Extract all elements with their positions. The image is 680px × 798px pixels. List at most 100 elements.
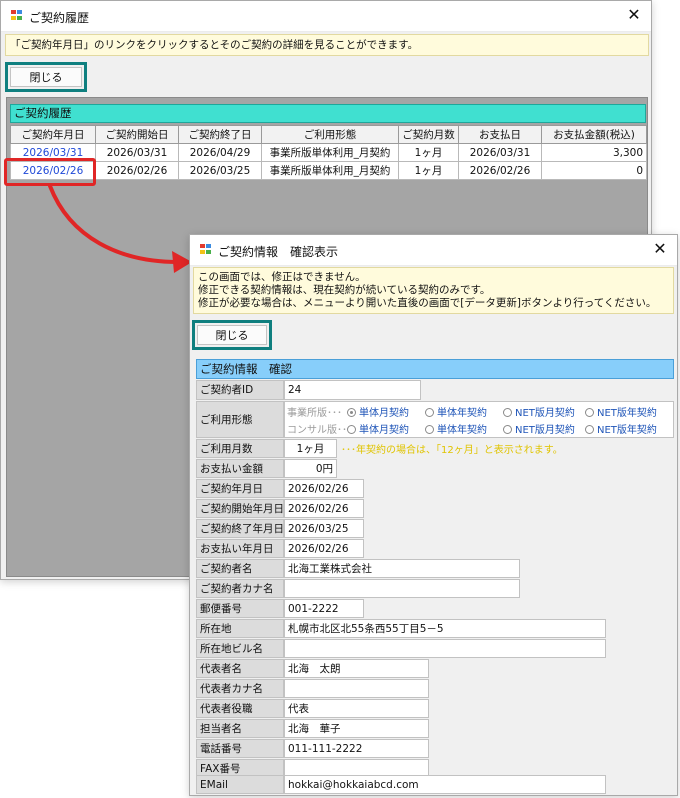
- radio-icon: [347, 425, 356, 434]
- table-cell: 2026/03/25: [178, 161, 262, 180]
- field-label: 電話番号: [196, 739, 284, 758]
- radio-option[interactable]: NET版年契約: [585, 404, 657, 419]
- contract-id-field: 24: [284, 380, 421, 400]
- start-date-field: 2026/02/26: [284, 499, 364, 518]
- contact-name-field: 北海 華子: [284, 719, 429, 738]
- radio-icon: [503, 425, 512, 434]
- end-date-field: 2026/03/25: [284, 519, 364, 538]
- amount-field: 0円: [284, 459, 337, 478]
- history-close-button[interactable]: 閉じる: [10, 67, 82, 87]
- pay-date-field: 2026/02/26: [284, 539, 364, 558]
- app-icon: [11, 10, 23, 21]
- field-label: ご契約年月日: [196, 479, 284, 498]
- representative-name-field: 北海 太朗: [284, 659, 429, 678]
- office-edition-row: 事業所版･･･ 単体月契約 単体年契約 NET版月契約 NET版年契約: [285, 404, 673, 420]
- history-window-title: ご契約履歴: [29, 11, 90, 25]
- table-cell: 2026/02/26: [458, 161, 542, 180]
- history-notice: 「ご契約年月日」のリンクをクリックするとそのご契約の詳細を見ることができます。: [5, 34, 649, 56]
- months-field: 1ヶ月: [284, 439, 337, 458]
- detail-notice: この画面では、修正はできません。 修正できる契約情報は、現在契約が続いている契約…: [193, 267, 674, 314]
- consultant-edition-label: コンサル版･･･: [287, 425, 352, 436]
- radio-option[interactable]: NET版年契約: [585, 421, 657, 436]
- detail-window: ご契約情報 確認表示 ✕ この画面では、修正はできません。 修正できる契約情報は…: [189, 234, 678, 796]
- contractor-name-field: 北海工業株式会社: [284, 559, 520, 578]
- radio-option[interactable]: NET版月契約: [503, 421, 575, 436]
- radio-option[interactable]: 単体月契約: [347, 421, 409, 436]
- selected-row-highlight: [4, 158, 96, 186]
- radio-option[interactable]: 単体年契約: [425, 421, 487, 436]
- radio-option[interactable]: 単体月契約: [347, 404, 409, 419]
- contractor-kana-field: [284, 579, 520, 598]
- field-label: 郵便番号: [196, 599, 284, 618]
- table-cell: 1ヶ月: [398, 161, 459, 180]
- detail-close-button-frame: 閉じる: [192, 320, 272, 350]
- detail-titlebar: ご契約情報 確認表示 ✕: [190, 235, 677, 266]
- representative-kana-field: [284, 679, 429, 698]
- consultant-edition-row: コンサル版･･･ 単体月契約 単体年契約 NET版月契約 NET版年契約: [285, 421, 673, 437]
- field-label: ご契約者ID: [196, 380, 284, 400]
- field-label: お支払い年月日: [196, 539, 284, 558]
- table-row[interactable]: 2026/02/26 2026/02/26 2026/03/25 事業所版単体利…: [10, 161, 647, 180]
- field-label: ご契約開始年月日: [196, 499, 284, 518]
- table-cell: 1ヶ月: [398, 143, 459, 162]
- detail-close-button[interactable]: 閉じる: [197, 325, 267, 345]
- history-titlebar: ご契約履歴 ✕: [1, 1, 651, 32]
- column-header[interactable]: お支払金額(税込): [541, 125, 647, 144]
- notice-line: 修正できる契約情報は、現在契約が続いている契約のみです。: [198, 284, 491, 296]
- column-header[interactable]: ご契約月数: [398, 125, 459, 144]
- table-cell: 事業所版単体利用_月契約: [261, 161, 399, 180]
- field-label: 代表者カナ名: [196, 679, 284, 698]
- history-close-button-frame: 閉じる: [5, 62, 87, 92]
- close-icon[interactable]: ✕: [623, 5, 645, 25]
- field-label: 代表者役職: [196, 699, 284, 718]
- radio-icon: [585, 408, 594, 417]
- table-cell: 2026/02/26: [95, 161, 179, 180]
- history-section-header: ご契約履歴: [10, 104, 646, 123]
- table-cell: 3,300: [541, 143, 647, 162]
- field-label: 所在地ビル名: [196, 639, 284, 658]
- radio-option[interactable]: NET版月契約: [503, 404, 575, 419]
- zip-field: 001-2222: [284, 599, 364, 618]
- table-cell: 2026/03/31: [458, 143, 542, 162]
- phone-field: 011-111-2222: [284, 739, 429, 758]
- usage-type-radio-group: 事業所版･･･ 単体月契約 単体年契約 NET版月契約 NET版年契約 コンサル…: [284, 401, 674, 438]
- detail-section-header: ご契約情報 確認: [196, 359, 674, 379]
- app-icon: [200, 244, 212, 255]
- field-label: 担当者名: [196, 719, 284, 738]
- field-label: お支払い金額: [196, 459, 284, 478]
- email-field: hokkai@hokkaiabcd.com: [284, 775, 606, 794]
- table-cell: 2026/04/29: [178, 143, 262, 162]
- column-header[interactable]: お支払日: [458, 125, 542, 144]
- building-field: [284, 639, 606, 658]
- address-field: 札幌市北区北55条西55丁目5－5: [284, 619, 606, 638]
- detail-window-title: ご契約情報 確認表示: [218, 245, 339, 259]
- radio-icon: [425, 425, 434, 434]
- column-header[interactable]: ご契約年月日: [10, 125, 96, 144]
- close-icon[interactable]: ✕: [649, 239, 671, 259]
- column-header[interactable]: ご契約終了日: [178, 125, 262, 144]
- table-cell: 0: [541, 161, 647, 180]
- radio-option[interactable]: 単体年契約: [425, 404, 487, 419]
- table-cell: 2026/03/31: [95, 143, 179, 162]
- representative-title-field: 代表: [284, 699, 429, 718]
- field-label: 代表者名: [196, 659, 284, 678]
- radio-icon: [425, 408, 434, 417]
- field-label: ご契約者名: [196, 559, 284, 578]
- field-label: ご利用月数: [196, 439, 284, 458]
- radio-icon: [585, 425, 594, 434]
- column-header[interactable]: ご契約開始日: [95, 125, 179, 144]
- notice-line: 修正が必要な場合は、メニューより開いた直後の画面で[データ更新]ボタンより行って…: [198, 297, 657, 309]
- radio-icon: [503, 408, 512, 417]
- months-note: ･･･年契約の場合は、「12ヶ月」と表示されます。: [341, 445, 563, 456]
- column-header[interactable]: ご利用形態: [261, 125, 399, 144]
- history-table: ご契約年月日 ご契約開始日 ご契約終了日 ご利用形態 ご契約月数 お支払日 お支…: [10, 125, 647, 180]
- table-row[interactable]: 2026/03/31 2026/03/31 2026/04/29 事業所版単体利…: [10, 143, 647, 162]
- field-label: ご利用形態: [196, 401, 284, 438]
- table-cell: 事業所版単体利用_月契約: [261, 143, 399, 162]
- table-header-row: ご契約年月日 ご契約開始日 ご契約終了日 ご利用形態 ご契約月数 お支払日 お支…: [10, 125, 647, 144]
- field-label: 所在地: [196, 619, 284, 638]
- field-label: EMail: [196, 775, 284, 794]
- office-edition-label: 事業所版･･･: [287, 408, 342, 419]
- notice-line: この画面では、修正はできません。: [198, 271, 366, 283]
- radio-selected-icon: [347, 408, 356, 417]
